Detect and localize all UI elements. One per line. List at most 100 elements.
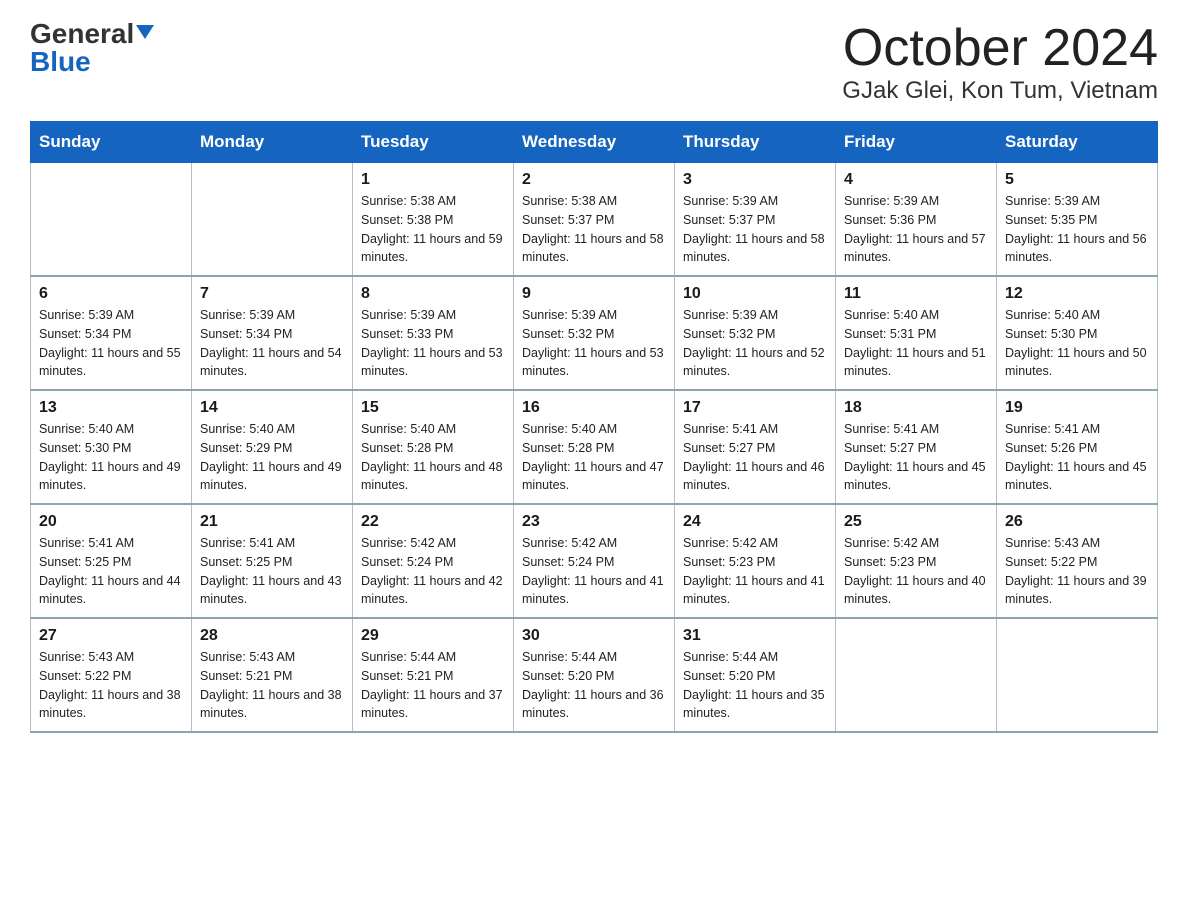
day-info: Sunrise: 5:42 AM Sunset: 5:24 PM Dayligh… (522, 534, 666, 609)
day-number: 15 (361, 399, 505, 417)
logo-general-text: General (30, 20, 134, 48)
calendar-week-row: 6Sunrise: 5:39 AM Sunset: 5:34 PM Daylig… (31, 276, 1158, 390)
calendar-cell: 26Sunrise: 5:43 AM Sunset: 5:22 PM Dayli… (997, 504, 1158, 618)
logo: General Blue (30, 20, 154, 76)
day-info: Sunrise: 5:44 AM Sunset: 5:20 PM Dayligh… (522, 648, 666, 723)
day-number: 29 (361, 627, 505, 645)
calendar-cell (836, 618, 997, 732)
day-number: 9 (522, 285, 666, 303)
day-number: 8 (361, 285, 505, 303)
day-info: Sunrise: 5:40 AM Sunset: 5:29 PM Dayligh… (200, 420, 344, 495)
location-title: GJak Glei, Kon Tum, Vietnam (842, 77, 1158, 105)
day-number: 11 (844, 285, 988, 303)
day-info: Sunrise: 5:41 AM Sunset: 5:27 PM Dayligh… (683, 420, 827, 495)
calendar-cell (192, 163, 353, 277)
calendar-cell: 27 Sunrise: 5:43 AM Sunset: 5:22 PM Dayli… (31, 618, 192, 732)
calendar-header-thursday: Thursday (675, 122, 836, 163)
day-number: 2 (522, 171, 666, 189)
day-number: 22 (361, 513, 505, 531)
day-info: Sunrise: 5:41 AM Sunset: 5:25 PM Dayligh… (39, 534, 183, 609)
day-number: 24 (683, 513, 827, 531)
day-info: Sunrise: 5:42 AM Sunset: 5:23 PM Dayligh… (844, 534, 988, 609)
day-info: Sunrise: 5:41 AM Sunset: 5:27 PM Dayligh… (844, 420, 988, 495)
calendar-cell (31, 163, 192, 277)
day-number: 10 (683, 285, 827, 303)
calendar-cell: 28 Sunrise: 5:43 AM Sunset: 5:21 PM Dayli… (192, 618, 353, 732)
calendar-header-monday: Monday (192, 122, 353, 163)
day-info: Sunrise: 5:38 AM Sunset: 5:38 PM Dayligh… (361, 192, 505, 267)
calendar-week-row: 1 Sunrise: 5:38 AM Sunset: 5:38 PM Daylig… (31, 163, 1158, 277)
calendar-cell: 30 Sunrise: 5:44 AM Sunset: 5:20 PM Dayli… (514, 618, 675, 732)
calendar-table: SundayMondayTuesdayWednesdayThursdayFrid… (30, 121, 1158, 733)
month-title: October 2024 (842, 20, 1158, 77)
calendar-cell: 20 Sunrise: 5:41 AM Sunset: 5:25 PM Dayli… (31, 504, 192, 618)
day-info: Sunrise: 5:41 AM Sunset: 5:26 PM Dayligh… (1005, 420, 1149, 495)
day-info: Sunrise: 5:40 AM Sunset: 5:28 PM Dayligh… (522, 420, 666, 495)
calendar-cell: 29 Sunrise: 5:44 AM Sunset: 5:21 PM Dayli… (353, 618, 514, 732)
day-info: Sunrise: 5:43 AM Sunset: 5:22 PM Dayligh… (39, 648, 183, 723)
day-info: Sunrise: 5:39 AM Sunset: 5:34 PM Dayligh… (200, 306, 344, 381)
calendar-cell: 25 Sunrise: 5:42 AM Sunset: 5:23 PM Dayli… (836, 504, 997, 618)
day-number: 21 (200, 513, 344, 531)
day-number: 13 (39, 399, 183, 417)
day-number: 30 (522, 627, 666, 645)
day-info: Sunrise: 5:40 AM Sunset: 5:31 PM Dayligh… (844, 306, 988, 381)
calendar-cell: 3Sunrise: 5:39 AM Sunset: 5:37 PM Daylig… (675, 163, 836, 277)
calendar-cell: 22Sunrise: 5:42 AM Sunset: 5:24 PM Dayli… (353, 504, 514, 618)
day-info: Sunrise: 5:39 AM Sunset: 5:32 PM Dayligh… (683, 306, 827, 381)
calendar-cell (997, 618, 1158, 732)
calendar-cell: 1 Sunrise: 5:38 AM Sunset: 5:38 PM Daylig… (353, 163, 514, 277)
logo-triangle-icon (136, 25, 154, 39)
day-number: 12 (1005, 285, 1149, 303)
day-info: Sunrise: 5:39 AM Sunset: 5:36 PM Dayligh… (844, 192, 988, 267)
calendar-cell: 16 Sunrise: 5:40 AM Sunset: 5:28 PM Dayli… (514, 390, 675, 504)
day-info: Sunrise: 5:39 AM Sunset: 5:34 PM Dayligh… (39, 306, 183, 381)
calendar-cell: 17 Sunrise: 5:41 AM Sunset: 5:27 PM Dayli… (675, 390, 836, 504)
day-info: Sunrise: 5:43 AM Sunset: 5:21 PM Dayligh… (200, 648, 344, 723)
day-info: Sunrise: 5:38 AM Sunset: 5:37 PM Dayligh… (522, 192, 666, 267)
logo-blue-text: Blue (30, 48, 91, 76)
day-number: 1 (361, 171, 505, 189)
calendar-cell: 6Sunrise: 5:39 AM Sunset: 5:34 PM Daylig… (31, 276, 192, 390)
day-number: 27 (39, 627, 183, 645)
day-number: 7 (200, 285, 344, 303)
calendar-header-friday: Friday (836, 122, 997, 163)
calendar-cell: 18Sunrise: 5:41 AM Sunset: 5:27 PM Dayli… (836, 390, 997, 504)
day-info: Sunrise: 5:39 AM Sunset: 5:37 PM Dayligh… (683, 192, 827, 267)
calendar-cell: 21 Sunrise: 5:41 AM Sunset: 5:25 PM Dayli… (192, 504, 353, 618)
calendar-header-wednesday: Wednesday (514, 122, 675, 163)
day-info: Sunrise: 5:39 AM Sunset: 5:33 PM Dayligh… (361, 306, 505, 381)
day-number: 28 (200, 627, 344, 645)
day-info: Sunrise: 5:41 AM Sunset: 5:25 PM Dayligh… (200, 534, 344, 609)
calendar-week-row: 27 Sunrise: 5:43 AM Sunset: 5:22 PM Dayli… (31, 618, 1158, 732)
calendar-cell: 31 Sunrise: 5:44 AM Sunset: 5:20 PM Dayli… (675, 618, 836, 732)
calendar-cell: 11 Sunrise: 5:40 AM Sunset: 5:31 PM Dayli… (836, 276, 997, 390)
calendar-cell: 24 Sunrise: 5:42 AM Sunset: 5:23 PM Dayli… (675, 504, 836, 618)
day-info: Sunrise: 5:40 AM Sunset: 5:30 PM Dayligh… (1005, 306, 1149, 381)
day-number: 4 (844, 171, 988, 189)
day-info: Sunrise: 5:40 AM Sunset: 5:28 PM Dayligh… (361, 420, 505, 495)
calendar-week-row: 20 Sunrise: 5:41 AM Sunset: 5:25 PM Dayli… (31, 504, 1158, 618)
day-info: Sunrise: 5:39 AM Sunset: 5:32 PM Dayligh… (522, 306, 666, 381)
page-header: General Blue October 2024 GJak Glei, Kon… (30, 20, 1158, 105)
day-number: 23 (522, 513, 666, 531)
calendar-cell: 13Sunrise: 5:40 AM Sunset: 5:30 PM Dayli… (31, 390, 192, 504)
calendar-header-row: SundayMondayTuesdayWednesdayThursdayFrid… (31, 122, 1158, 163)
calendar-week-row: 13Sunrise: 5:40 AM Sunset: 5:30 PM Dayli… (31, 390, 1158, 504)
day-info: Sunrise: 5:44 AM Sunset: 5:21 PM Dayligh… (361, 648, 505, 723)
calendar-cell: 12 Sunrise: 5:40 AM Sunset: 5:30 PM Dayli… (997, 276, 1158, 390)
day-number: 26 (1005, 513, 1149, 531)
day-number: 14 (200, 399, 344, 417)
day-number: 17 (683, 399, 827, 417)
title-block: October 2024 GJak Glei, Kon Tum, Vietnam (842, 20, 1158, 105)
day-number: 20 (39, 513, 183, 531)
day-info: Sunrise: 5:44 AM Sunset: 5:20 PM Dayligh… (683, 648, 827, 723)
day-number: 16 (522, 399, 666, 417)
day-number: 25 (844, 513, 988, 531)
calendar-cell: 9 Sunrise: 5:39 AM Sunset: 5:32 PM Daylig… (514, 276, 675, 390)
day-number: 31 (683, 627, 827, 645)
day-info: Sunrise: 5:42 AM Sunset: 5:23 PM Dayligh… (683, 534, 827, 609)
calendar-cell: 15 Sunrise: 5:40 AM Sunset: 5:28 PM Dayli… (353, 390, 514, 504)
day-number: 19 (1005, 399, 1149, 417)
calendar-cell: 14 Sunrise: 5:40 AM Sunset: 5:29 PM Dayli… (192, 390, 353, 504)
